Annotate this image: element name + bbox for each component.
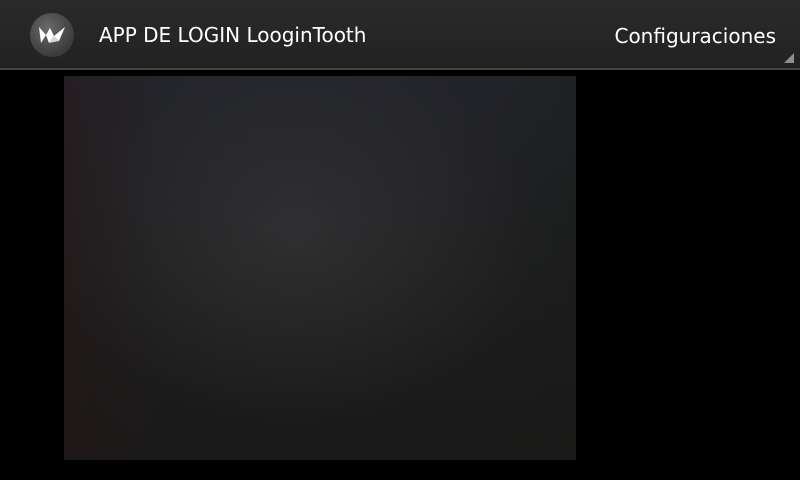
app-screen: APP DE LOGIN LooginTooth Configuraciones: [0, 0, 800, 480]
overflow-triangle-icon: [784, 53, 794, 63]
app-title: APP DE LOGIN LooginTooth: [99, 23, 367, 47]
settings-button[interactable]: Configuraciones: [590, 0, 800, 70]
camera-preview[interactable]: [64, 76, 576, 460]
kivy-logo-icon[interactable]: [30, 13, 74, 57]
action-bar: APP DE LOGIN LooginTooth Configuraciones: [0, 0, 800, 70]
settings-label: Configuraciones: [614, 24, 776, 48]
